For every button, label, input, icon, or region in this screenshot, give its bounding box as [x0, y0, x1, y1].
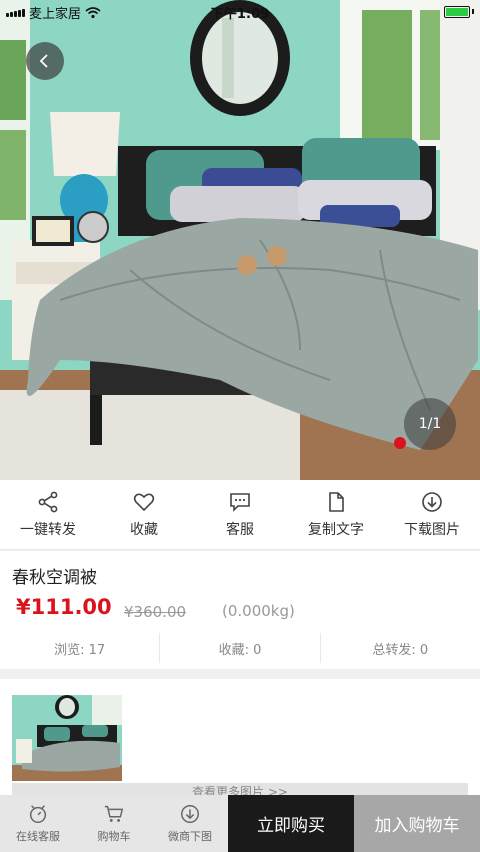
product-detail-page: 麦上家居 下午1:09 1/1 一键转发 收藏 客服 复制文字 下载图片 春秋空… — [0, 0, 480, 852]
copy-text-label: 复制文字 — [308, 522, 364, 538]
tab-online-service-label: 在线客服 — [16, 830, 60, 843]
buy-now-button[interactable]: 立即购买 — [228, 795, 354, 852]
customer-service-icon — [29, 805, 47, 823]
heart-icon — [133, 493, 155, 512]
bedroom-thumbnail — [12, 695, 122, 781]
chevron-left-icon — [39, 54, 48, 68]
battery-cap — [472, 9, 474, 14]
stats-row: 浏览: 17 收藏: 0 总转发: 0 — [0, 633, 480, 663]
customer-service-button[interactable]: 客服 — [192, 480, 288, 549]
product-title: 春秋空调被 — [12, 568, 97, 588]
tab-download-label: 微商下图 — [168, 830, 212, 843]
product-price: ¥111.00 — [16, 595, 112, 619]
favorites-count: 收藏: 0 — [160, 633, 321, 663]
tab-cart[interactable]: 购物车 — [76, 795, 152, 852]
download-image-button[interactable]: 下载图片 — [384, 480, 480, 549]
product-image[interactable]: 麦上家居 下午1:09 1/1 — [0, 0, 480, 480]
back-button[interactable] — [26, 42, 64, 80]
status-bar: 麦上家居 下午1:09 — [0, 0, 480, 24]
add-to-cart-button[interactable]: 加入购物车 — [354, 795, 480, 852]
status-time: 下午1:09 — [210, 7, 270, 22]
forwards-count: 总转发: 0 — [372, 642, 429, 658]
share-label: 一键转发 — [20, 522, 76, 538]
image-counter: 1/1 — [404, 398, 456, 450]
download-image-label: 下载图片 — [404, 522, 460, 538]
favorite-button[interactable]: 收藏 — [96, 480, 192, 549]
action-row: 一键转发 收藏 客服 复制文字 下载图片 — [0, 480, 480, 550]
customer-service-label: 客服 — [226, 522, 254, 538]
copy-text-button[interactable]: 复制文字 — [288, 480, 384, 549]
tab-cart-label: 购物车 — [97, 830, 131, 843]
product-weight: (0.000kg) — [222, 602, 295, 620]
share-button[interactable]: 一键转发 — [0, 480, 96, 549]
download-icon — [181, 805, 199, 823]
original-price: ¥360.00 — [124, 603, 187, 621]
tab-online-service[interactable]: 在线客服 — [0, 795, 76, 852]
gallery-thumbnail[interactable] — [12, 695, 122, 781]
views-count: 浏览: 17 — [0, 633, 161, 663]
chat-icon — [230, 493, 250, 512]
download-icon — [422, 492, 442, 512]
tab-download[interactable]: 微商下图 — [152, 795, 228, 852]
battery-icon — [444, 6, 470, 18]
favorite-label: 收藏 — [130, 522, 158, 538]
image-gallery: 查看更多图片 >> — [0, 679, 480, 799]
copy-icon — [329, 492, 344, 512]
product-info: 春秋空调被 ¥111.00 ¥360.00 (0.000kg) 浏览: 17 收… — [0, 551, 480, 669]
cart-icon — [104, 805, 124, 822]
share-icon — [38, 491, 58, 513]
bottom-bar: 在线客服 购物车 微商下图 立即购买 加入购物车 — [0, 795, 480, 852]
